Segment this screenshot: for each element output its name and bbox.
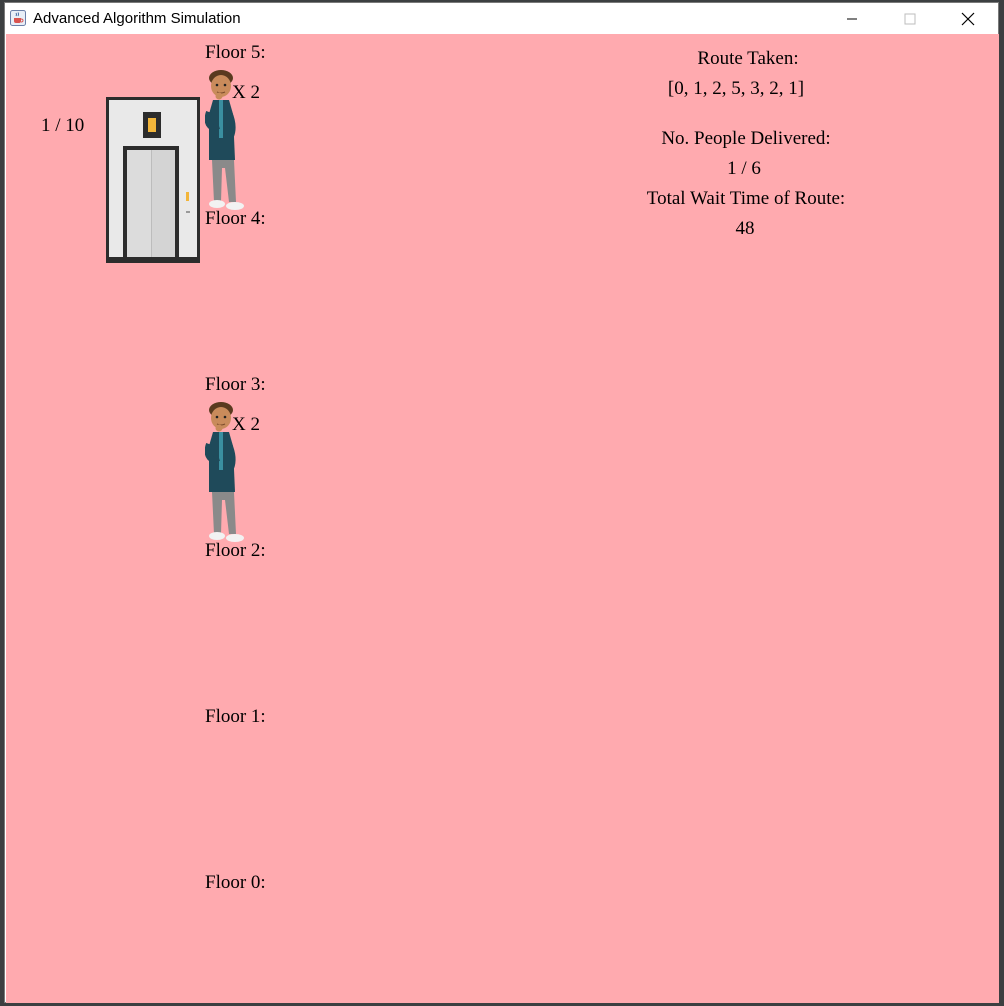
minimize-button[interactable] <box>823 3 881 34</box>
floor-2-label: Floor 2: <box>205 540 266 561</box>
route-label: Route Taken: <box>697 48 799 69</box>
java-coffee-cup-icon <box>10 10 26 26</box>
maximize-icon <box>904 13 916 24</box>
app-window: Advanced Algorithm Simulation 1 / 10 Flo… <box>4 2 999 1003</box>
title-bar[interactable]: Advanced Algorithm Simulation <box>5 3 998 34</box>
floor-5-label: Floor 5: <box>205 42 266 63</box>
simulation-canvas: 1 / 10 Floor 5: Floor 4: Floor 3: Floor … <box>6 34 999 1003</box>
wait-time-value: 48 <box>735 218 755 239</box>
elevator-icon <box>106 97 200 263</box>
elevator-capacity: 1 / 10 <box>41 115 85 136</box>
window-title: Advanced Algorithm Simulation <box>33 10 241 27</box>
close-icon <box>961 12 975 25</box>
floor-1-label: Floor 1: <box>205 706 266 727</box>
floor-4-label: Floor 4: <box>205 208 266 229</box>
floor-3-waiting-count: X 2 <box>232 414 260 435</box>
delivered-label: No. People Delivered: <box>661 128 831 149</box>
delivered-value: 1 / 6 <box>727 158 761 179</box>
minimize-icon <box>847 18 857 19</box>
floor-5-waiting-count: X 2 <box>232 82 260 103</box>
close-button[interactable] <box>939 3 997 34</box>
floor-0-label: Floor 0: <box>205 872 266 893</box>
maximize-button[interactable] <box>881 3 939 34</box>
wait-time-label: Total Wait Time of Route: <box>646 188 846 209</box>
route-value: [0, 1, 2, 5, 3, 2, 1] <box>667 78 805 99</box>
floor-3-label: Floor 3: <box>205 374 266 395</box>
